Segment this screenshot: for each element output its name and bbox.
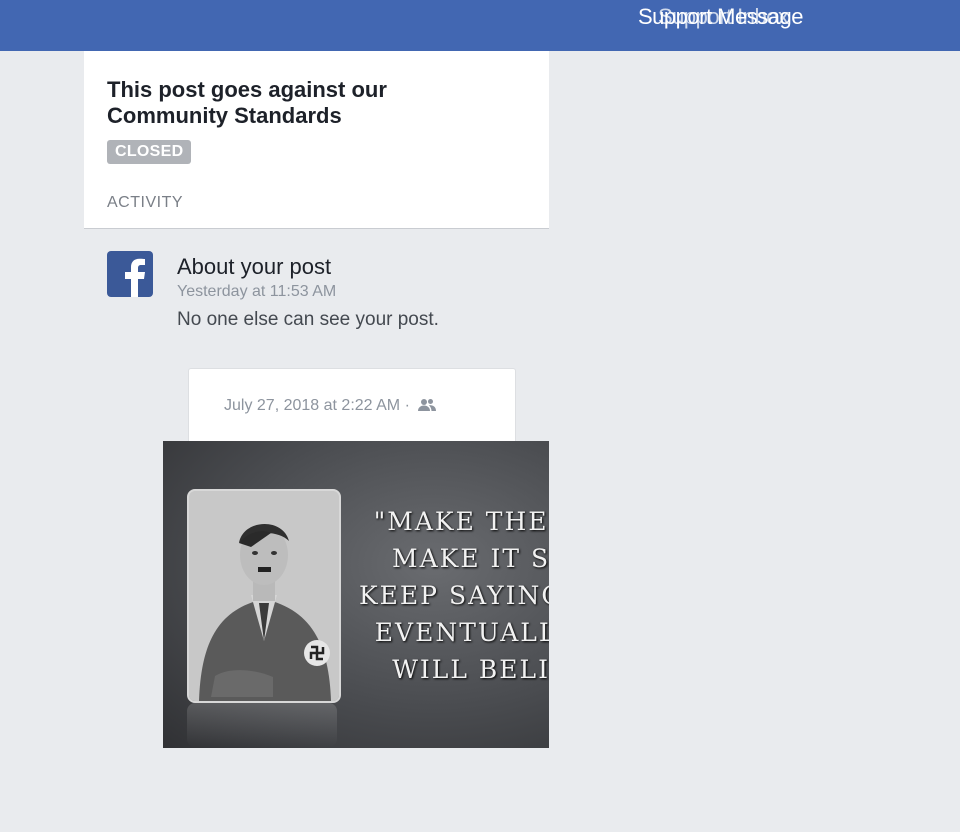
page-title: This post goes against our Community Sta… [107,77,387,128]
post-meta-separator: · [404,397,410,414]
status-card: This post goes against our Community Sta… [84,51,549,229]
portrait-photo [187,489,341,703]
post-meta: July 27, 2018 at 2:22 AM · [224,397,437,417]
top-bar-title: Support Message [638,4,803,29]
facebook-logo-icon [107,251,153,297]
post-image[interactable]: "MAKE THE MAKE IT S KEEP SAYING EVENTUAL… [163,441,549,748]
activity-title: About your post [177,254,332,279]
post-preview-card[interactable]: July 27, 2018 at 2:22 AM · [188,368,516,441]
status-badge: CLOSED [107,140,192,164]
friends-icon [418,398,437,417]
portrait-reflection [187,703,337,747]
activity-section-label: ACTIVITY [107,194,184,211]
post-date: July 27, 2018 at 2:22 AM [224,397,401,414]
activity-message: No one else can see your post. [177,309,439,330]
image-quote-text: "MAKE THE MAKE IT S KEEP SAYING EVENTUAL… [359,507,549,684]
top-bar: Support Inbox Support Message [0,0,960,51]
activity-timestamp: Yesterday at 11:53 AM [177,283,337,300]
